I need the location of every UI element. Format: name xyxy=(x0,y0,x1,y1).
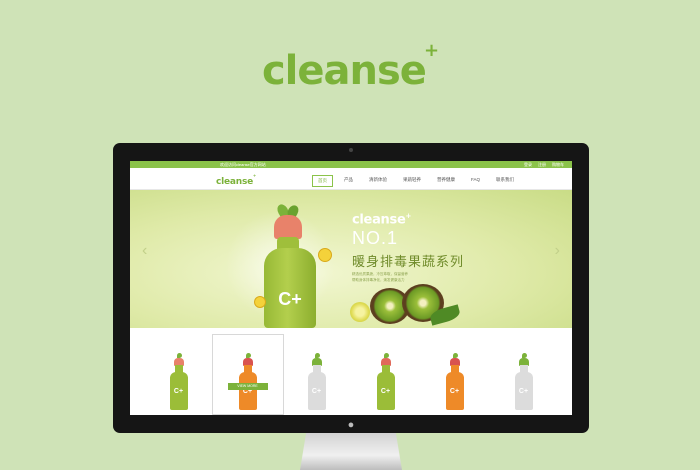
nav-item-nourish[interactable]: 果蔬轻养 xyxy=(398,175,426,187)
brand-logo: cleanse+ xyxy=(0,40,700,94)
banner-headline: NO.1 xyxy=(352,228,399,248)
nav-menu: 首页 产品 清新体验 果蔬轻养 营养健康 FAQ 联系我们 xyxy=(312,175,525,187)
view-more-button[interactable]: VIEW MORE xyxy=(227,383,268,390)
site-logo-mark: + xyxy=(253,173,256,180)
bottle-cap xyxy=(274,215,302,239)
brand-plus-mark: + xyxy=(423,39,439,61)
bottle-label: C+ xyxy=(518,388,529,395)
nav-item-products[interactable]: 产品 xyxy=(339,175,358,187)
bottle-label: C+ xyxy=(380,388,391,395)
product-card[interactable]: C+ xyxy=(153,328,205,415)
site-logo-word: cleanse xyxy=(216,177,254,187)
monitor: 欢迎访问cleanse官方网站 登录 注册 购物车 cleanse+ 养生汇 c… xyxy=(113,143,589,433)
nav-item-contact[interactable]: 联系我们 xyxy=(491,175,519,187)
website-screen: 欢迎访问cleanse官方网站 登录 注册 购物车 cleanse+ 养生汇 c… xyxy=(130,161,572,415)
product-card[interactable]: C+ xyxy=(291,328,343,415)
product-list: C+ C+ VIEW MORE C+ C+ C+ C+ xyxy=(130,328,572,415)
brand-name: cleanse xyxy=(261,48,427,94)
bottle-label: C+ xyxy=(278,289,302,309)
product-card[interactable]: C+ VIEW MORE xyxy=(211,328,284,415)
banner-slogan: 暖身排毒果蔬系列 xyxy=(352,254,465,269)
banner-brand-mark: + xyxy=(405,212,412,220)
monitor-stand xyxy=(300,433,402,470)
banner-brand-word: cleanse xyxy=(352,212,406,228)
prev-slide-arrow-icon[interactable]: ‹ xyxy=(142,242,147,260)
bottle-label: C+ xyxy=(449,388,460,395)
smiley-fruit-icon xyxy=(254,296,266,308)
hero-banner: ‹ › C+ cleanse+ NO.1 暖身排毒果蔬系列 精选优质果蔬，冷压萃… xyxy=(130,190,572,328)
banner-description: 精选优质果蔬，冷压萃取，保留营养 xyxy=(352,272,408,276)
lemon-slice-image xyxy=(350,302,370,322)
nav-item-home[interactable]: 首页 xyxy=(312,175,333,187)
hero-bottle-image: C+ xyxy=(258,202,322,328)
apple-logo-icon: ● xyxy=(347,419,355,431)
nav-item-faq[interactable]: FAQ xyxy=(466,175,485,187)
site-nav: cleanse+ 养生汇 cleanse 首页 产品 清新体验 果蔬轻养 营养健… xyxy=(130,168,572,195)
camera-icon xyxy=(349,148,353,152)
next-slide-arrow-icon[interactable]: › xyxy=(555,242,560,260)
bottle-label: C+ xyxy=(173,388,184,395)
banner-description: 帮助身体排毒净化，焕发健康活力 xyxy=(352,278,405,282)
product-card[interactable]: C+ xyxy=(498,328,550,415)
site-topbar: 欢迎访问cleanse官方网站 登录 注册 购物车 xyxy=(130,161,572,168)
nav-item-experience[interactable]: 清新体验 xyxy=(364,175,392,187)
smiley-fruit-icon xyxy=(318,248,332,262)
nav-item-health[interactable]: 营养健康 xyxy=(432,175,460,187)
banner-brand: cleanse+ xyxy=(352,212,411,227)
product-card[interactable]: C+ xyxy=(429,328,481,415)
product-card[interactable]: C+ xyxy=(360,328,412,415)
bottle-label: C+ xyxy=(311,388,322,395)
